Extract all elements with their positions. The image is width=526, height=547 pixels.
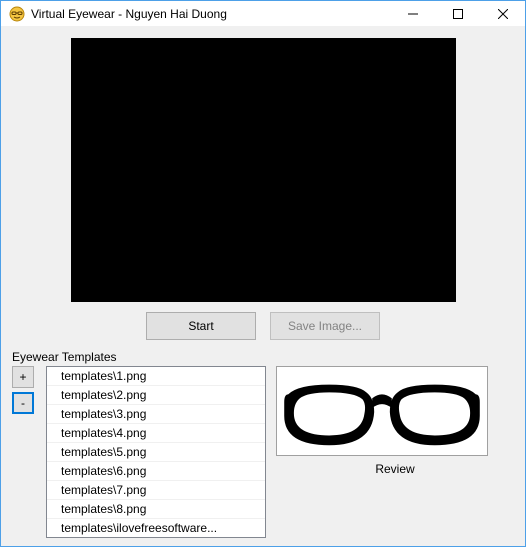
close-button[interactable] xyxy=(480,1,525,26)
app-window: Virtual Eyewear - Nguyen Hai Duong Start… xyxy=(0,0,526,547)
templates-section-label: Eyewear Templates xyxy=(12,350,514,364)
window-controls xyxy=(390,1,525,26)
templates-left-col: + - templates\1.png templates\2.png temp… xyxy=(12,366,266,538)
remove-template-button[interactable]: - xyxy=(12,392,34,414)
templates-listbox[interactable]: templates\1.png templates\2.png template… xyxy=(46,366,266,538)
list-item[interactable]: templates\1.png xyxy=(47,367,265,386)
save-image-button: Save Image... xyxy=(270,312,380,340)
maximize-button[interactable] xyxy=(435,1,480,26)
list-item[interactable]: templates\8.png xyxy=(47,500,265,519)
bottom-row: + - templates\1.png templates\2.png temp… xyxy=(12,366,514,538)
minimize-button[interactable] xyxy=(390,1,435,26)
list-item[interactable]: templates\5.png xyxy=(47,443,265,462)
list-item[interactable]: templates\3.png xyxy=(47,405,265,424)
button-row: Start Save Image... xyxy=(12,312,514,340)
video-preview xyxy=(71,38,456,302)
window-title: Virtual Eyewear - Nguyen Hai Duong xyxy=(31,7,390,21)
list-item[interactable]: templates\4.png xyxy=(47,424,265,443)
add-template-button[interactable]: + xyxy=(12,366,34,388)
plus-minus-column: + - xyxy=(12,366,36,414)
list-item[interactable]: templates\6.png xyxy=(47,462,265,481)
list-item[interactable]: templates\2.png xyxy=(47,386,265,405)
start-button[interactable]: Start xyxy=(146,312,256,340)
client-area: Start Save Image... Eyewear Templates + … xyxy=(1,27,525,546)
review-label: Review xyxy=(276,462,514,476)
app-icon xyxy=(9,6,25,22)
list-item[interactable]: templates\ilovefreesoftware... xyxy=(47,519,265,538)
list-item[interactable]: templates\7.png xyxy=(47,481,265,500)
eyewear-preview xyxy=(276,366,488,456)
glasses-icon xyxy=(277,367,487,455)
titlebar: Virtual Eyewear - Nguyen Hai Duong xyxy=(1,1,525,27)
preview-column: Review xyxy=(276,366,514,476)
